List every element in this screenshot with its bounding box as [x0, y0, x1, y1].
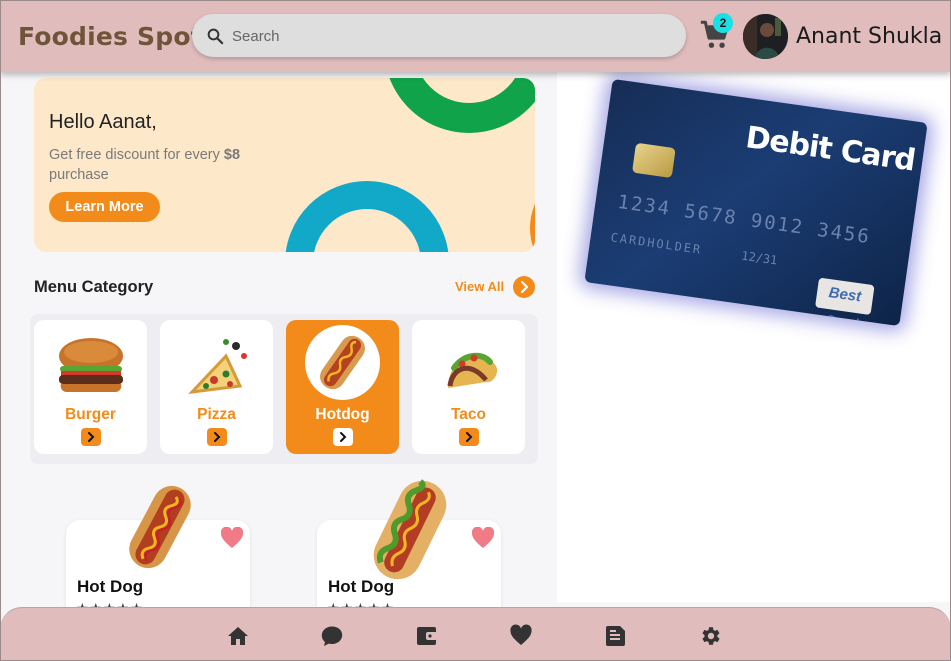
view-all-link[interactable]: View All	[455, 279, 504, 294]
cart-count-badge: 2	[713, 13, 733, 33]
hotdog-image-circle	[305, 325, 380, 400]
category-label: Burger	[65, 406, 116, 423]
note-icon[interactable]	[604, 624, 628, 648]
favorite-heart-icon[interactable]	[471, 527, 495, 549]
heart-icon[interactable]	[509, 624, 533, 648]
hotdog-product-image	[373, 479, 447, 580]
promo-amount: $8	[223, 147, 241, 163]
category-card-pizza[interactable]: Pizza	[160, 320, 273, 454]
category-card-hotdog[interactable]: Hotdog	[286, 320, 399, 454]
chat-icon[interactable]	[320, 624, 344, 648]
promo-banner: Hello Aanat, Get free discount for every…	[34, 78, 535, 252]
user-avatar[interactable]	[743, 14, 788, 59]
search-icon	[207, 28, 224, 45]
category-arrow-button[interactable]	[333, 428, 353, 446]
chevron-right-icon	[520, 280, 529, 294]
card-brand-logo: Best Card	[814, 277, 875, 326]
chevron-right-icon	[466, 432, 473, 442]
category-arrow-button[interactable]	[207, 428, 227, 446]
card-expiry: 12/31	[740, 248, 779, 268]
category-arrow-button[interactable]	[81, 428, 101, 446]
pizza-image	[188, 339, 247, 395]
greeting-text: Hello Aanat,	[49, 111, 157, 133]
search-bar[interactable]	[192, 14, 686, 57]
category-arrow-button[interactable]	[459, 428, 479, 446]
user-name[interactable]: Anant Shukla	[796, 24, 942, 49]
top-app-bar: Foodies Spot 2 Anant Shukla	[0, 0, 951, 72]
debit-card[interactable]: Debit Card 1234 5678 9012 3456 CARDHOLDE…	[584, 78, 928, 327]
taco-image	[447, 352, 498, 388]
learn-more-button[interactable]: Learn More	[49, 192, 160, 222]
chevron-right-icon	[214, 432, 221, 442]
chip-icon	[631, 142, 676, 179]
decorative-ring	[384, 78, 535, 133]
wallet-icon[interactable]	[415, 624, 439, 648]
category-card-taco[interactable]: Taco	[412, 320, 525, 454]
favorite-heart-icon[interactable]	[220, 527, 244, 549]
product-name: Hot Dog	[77, 577, 144, 596]
category-label: Hotdog	[315, 406, 370, 423]
chevron-right-icon	[340, 432, 347, 442]
card-holder: CARDHOLDER	[609, 230, 704, 257]
search-input[interactable]	[232, 24, 662, 48]
debit-card-face: Debit Card 1234 5678 9012 3456 CARDHOLDE…	[584, 78, 928, 327]
category-label: Taco	[450, 406, 487, 423]
promo-subtitle-suffix: purchase	[49, 167, 109, 183]
burger-image	[59, 338, 123, 393]
promo-subtitle-prefix: Get free discount for every	[49, 147, 224, 163]
brand-title: Foodies Spot	[18, 22, 203, 51]
card-title: Debit Card	[743, 120, 918, 179]
settings-icon[interactable]	[698, 624, 722, 648]
hotdog-product-image	[129, 485, 191, 569]
bottom-navigation	[0, 607, 951, 661]
chevron-right-icon	[88, 432, 95, 442]
view-all-button[interactable]	[513, 276, 535, 298]
decorative-ring	[530, 168, 535, 252]
promo-subtitle: Get free discount for every $8 purchase	[49, 145, 269, 185]
hotdog-image	[320, 335, 365, 390]
home-icon[interactable]	[226, 624, 250, 648]
decorative-ring	[285, 181, 449, 252]
category-card-burger[interactable]: Burger	[34, 320, 147, 454]
menu-category-title: Menu Category	[34, 278, 154, 296]
category-label: Pizza	[197, 406, 236, 423]
